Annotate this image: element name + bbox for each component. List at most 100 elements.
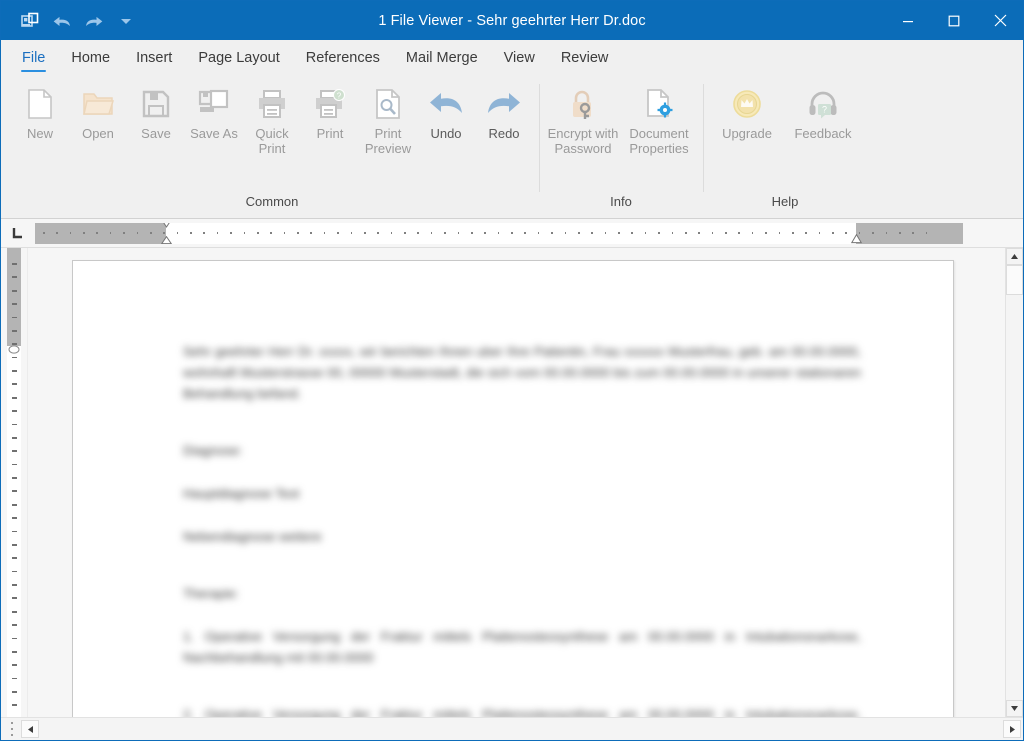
open-button[interactable]: Open xyxy=(69,82,127,164)
ruler-tick xyxy=(176,232,179,234)
tab-view[interactable]: View xyxy=(491,40,548,76)
horizontal-ruler[interactable] xyxy=(35,222,963,244)
ruler-tick xyxy=(11,677,17,680)
ruler-tick xyxy=(751,232,754,234)
scroll-left-button[interactable] xyxy=(21,720,39,738)
ruler-tick xyxy=(190,232,192,234)
top-margin-marker[interactable] xyxy=(8,341,20,359)
vertical-scrollbar-track[interactable] xyxy=(1006,295,1023,700)
button-label: Undo xyxy=(430,126,462,141)
document-paragraph: Nebendiagnose weitere xyxy=(183,529,322,544)
ruler-tick xyxy=(11,503,17,506)
vertical-ruler[interactable] xyxy=(1,248,28,717)
button-label: Feedback xyxy=(794,126,852,141)
tab-stop-selector[interactable] xyxy=(1,220,35,247)
ruler-tick xyxy=(885,232,888,234)
button-label: Open xyxy=(82,126,114,141)
minimize-button[interactable] xyxy=(885,1,931,40)
ruler-tick xyxy=(444,232,446,234)
tab-label: References xyxy=(305,50,380,66)
scroll-up-button[interactable] xyxy=(1006,248,1023,265)
redo-icon[interactable] xyxy=(79,7,109,35)
button-label: New xyxy=(26,126,53,141)
quick-print-button[interactable]: Quick Print xyxy=(243,82,301,164)
ruler-tick xyxy=(42,232,45,234)
tab-page-layout[interactable]: Page Layout xyxy=(185,40,292,76)
new-button[interactable]: New xyxy=(11,82,69,164)
ruler-tick xyxy=(711,232,714,234)
ruler-tick xyxy=(11,303,17,305)
feedback-button[interactable]: ? Feedback xyxy=(785,82,861,164)
tab-label: File xyxy=(22,50,46,66)
vertical-scrollbar-thumb[interactable] xyxy=(1006,265,1023,295)
right-indent-marker[interactable] xyxy=(851,233,863,244)
save-as-icon[interactable] xyxy=(15,7,45,35)
ruler-tick xyxy=(658,232,660,234)
encrypt-with-password-button[interactable]: Encrypt with Password xyxy=(545,82,621,164)
scroll-down-button[interactable] xyxy=(1006,700,1023,717)
ruler-tick xyxy=(832,232,834,234)
ruler-tick xyxy=(577,232,580,234)
ruler-tick xyxy=(484,232,486,234)
tab-label: Insert xyxy=(136,50,173,66)
ruler-tick xyxy=(11,543,17,546)
document-paragraph: 1. Operative Versorgung der Fraktur mitt… xyxy=(183,629,861,665)
ruler-tick xyxy=(270,232,272,234)
ruler-tick xyxy=(725,232,727,234)
tab-mail-merge[interactable]: Mail Merge xyxy=(393,40,491,76)
print-icon: ? xyxy=(313,87,347,121)
document-properties-button[interactable]: Document Properties xyxy=(621,82,697,164)
ruler-tick xyxy=(791,232,794,234)
vertical-scrollbar[interactable] xyxy=(1005,248,1023,717)
redo-button[interactable]: Redo xyxy=(475,82,533,164)
ribbon-group-common-label: Common xyxy=(245,194,299,209)
window-title: 1 File Viewer - Sehr geehrter Herr Dr.do… xyxy=(378,12,646,29)
horizontal-scrollbar-track[interactable] xyxy=(39,720,1003,738)
ruler-tick xyxy=(11,557,17,560)
horizontal-scrollbar[interactable] xyxy=(1,717,1023,740)
ruler-tick xyxy=(11,650,17,653)
ruler-tick xyxy=(778,232,781,234)
upgrade-button[interactable]: Upgrade xyxy=(709,82,785,164)
ruler-tick xyxy=(805,232,807,234)
scroll-right-button[interactable] xyxy=(1003,720,1021,738)
maximize-button[interactable] xyxy=(931,1,977,40)
close-button[interactable] xyxy=(977,1,1023,40)
undo-arrow-icon xyxy=(429,87,463,121)
print-button[interactable]: ? Print xyxy=(301,82,359,164)
tab-insert[interactable]: Insert xyxy=(123,40,185,76)
tab-home[interactable]: Home xyxy=(58,40,123,76)
save-as-button[interactable]: Save As xyxy=(185,82,243,164)
ruler-tick xyxy=(11,530,17,533)
document-page[interactable]: Sehr geehrter Herr Dr. xxxxx, wir berich… xyxy=(72,260,954,717)
ruler-tick xyxy=(390,232,393,234)
save-button[interactable]: Save xyxy=(127,82,185,164)
feedback-headset-icon: ? xyxy=(806,87,840,121)
ribbon-group-info-items: Encrypt with Password Document Propertie… xyxy=(545,76,697,194)
ruler-tick xyxy=(216,232,219,234)
tab-file[interactable]: File xyxy=(9,40,58,76)
hanging-indent-marker[interactable] xyxy=(160,235,173,244)
new-document-icon xyxy=(23,87,57,121)
ruler-tick xyxy=(123,232,125,234)
print-preview-button[interactable]: Print Preview xyxy=(359,82,417,164)
ruler-tick xyxy=(297,232,299,234)
button-label: Save xyxy=(141,126,171,141)
ruler-tick xyxy=(11,610,17,613)
ruler-tick xyxy=(11,450,17,453)
button-label: Print Preview xyxy=(364,126,412,156)
ruler-tick xyxy=(537,232,540,234)
undo-button[interactable]: Undo xyxy=(417,82,475,164)
left-margin-shade xyxy=(35,222,166,244)
document-scroll-area[interactable]: Sehr geehrter Herr Dr. xxxxx, wir berich… xyxy=(28,248,1005,717)
tab-label: Mail Merge xyxy=(405,50,478,66)
undo-icon[interactable] xyxy=(47,7,77,35)
tab-references[interactable]: References xyxy=(293,40,393,76)
button-label: Save As xyxy=(190,126,238,141)
ruler-tick xyxy=(11,597,17,600)
tab-review[interactable]: Review xyxy=(548,40,622,76)
ruler-tick xyxy=(310,232,313,234)
customize-quick-access-icon[interactable] xyxy=(111,7,141,35)
first-line-indent-marker[interactable] xyxy=(161,222,172,231)
ruler-tick xyxy=(230,232,232,234)
